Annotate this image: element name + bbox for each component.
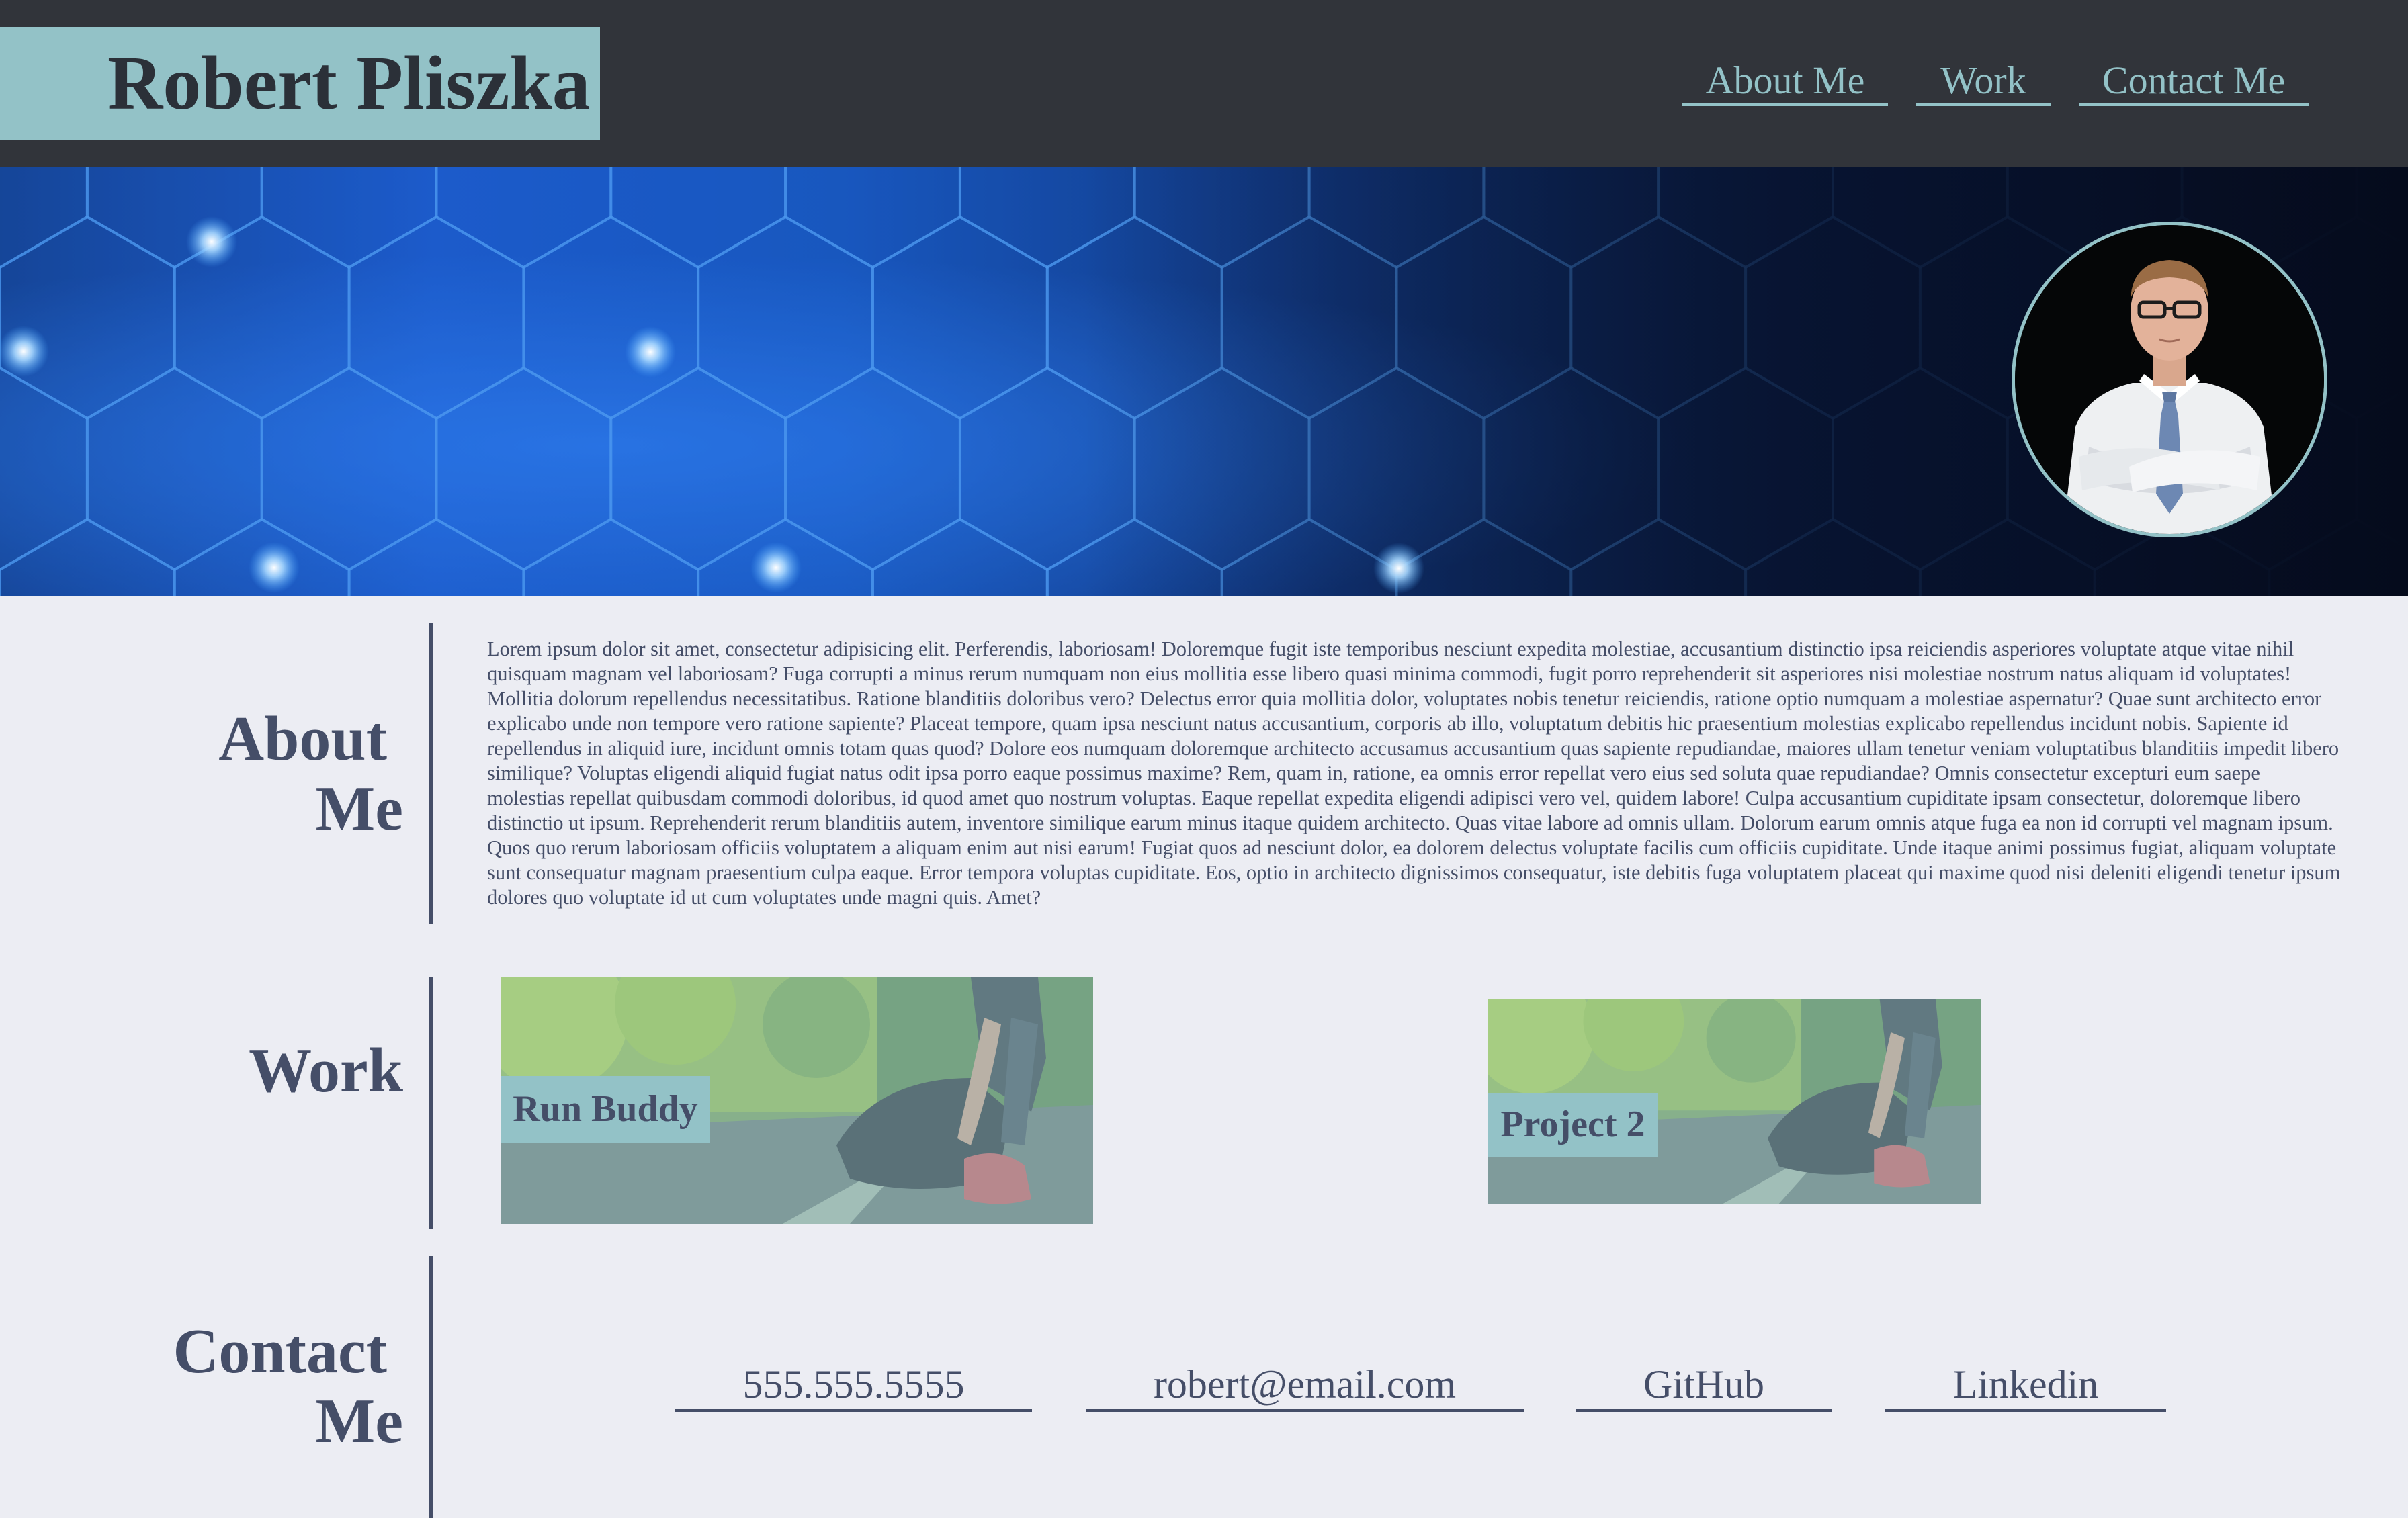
about-divider [429, 623, 433, 924]
nav-contact-me[interactable]: Contact Me [2079, 55, 2309, 106]
nav-work[interactable]: Work [1916, 55, 2051, 106]
hero-banner [0, 167, 2408, 596]
site-title: Robert Pliszka [108, 40, 591, 126]
project-label: Run Buddy [501, 1076, 710, 1143]
work-heading: Work [249, 1036, 403, 1106]
site-header: Robert Pliszka About Me Work Contact Me [0, 0, 2408, 167]
profile-photo [2012, 222, 2327, 537]
about-heading: About Me [121, 704, 403, 844]
project-card-project-2[interactable]: Project 2 [1488, 999, 1981, 1204]
contact-linkedin-link[interactable]: Linkedin [1885, 1357, 2166, 1412]
contact-phone-link[interactable]: 555.555.5555 [675, 1357, 1032, 1412]
project-label: Project 2 [1488, 1093, 1658, 1157]
contact-heading-line2: Me [315, 1386, 403, 1456]
contact-heading-line1: Contact [173, 1316, 388, 1386]
about-paragraph: Lorem ipsum dolor sit amet, consectetur … [487, 637, 2341, 909]
project-card-run-buddy[interactable]: Run Buddy [501, 977, 1093, 1224]
contact-github-link[interactable]: GitHub [1576, 1357, 1832, 1412]
about-heading-line1: About [218, 704, 387, 774]
work-divider [429, 977, 433, 1229]
contact-heading: Contact Me [121, 1316, 404, 1456]
brand-block: Robert Pliszka [0, 27, 600, 140]
contact-email-link[interactable]: robert@email.com [1086, 1357, 1524, 1412]
contact-divider [429, 1256, 433, 1518]
about-heading-line2: Me [315, 774, 403, 844]
nav-about-me[interactable]: About Me [1682, 55, 1888, 106]
